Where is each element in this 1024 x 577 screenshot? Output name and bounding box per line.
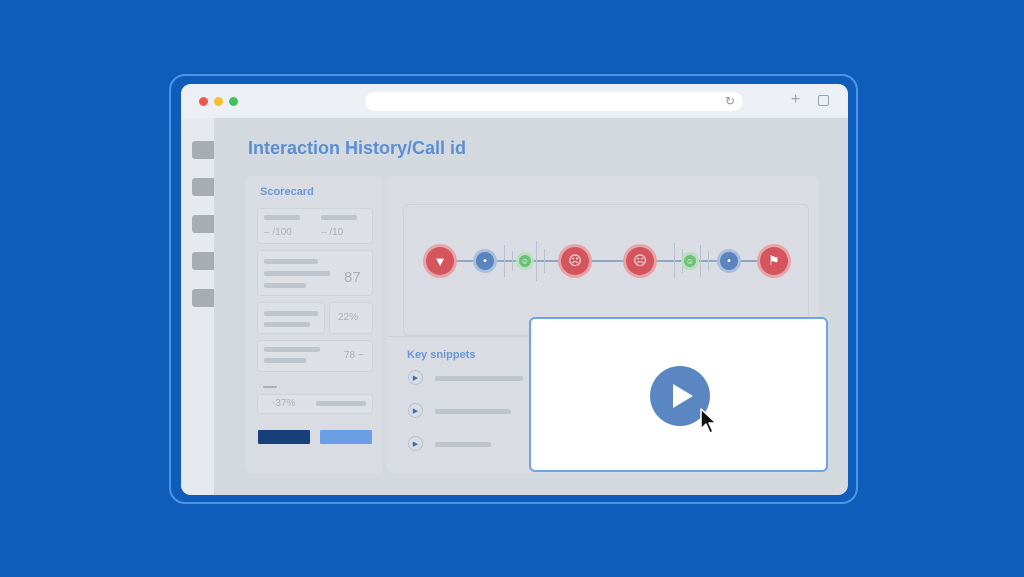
tabs-icon[interactable]	[818, 95, 829, 106]
sidebar-item[interactable]	[192, 289, 214, 307]
placeholder-line	[264, 215, 300, 220]
metric-card: 78 ~	[257, 340, 373, 372]
placeholder-line	[264, 322, 310, 327]
snippet-line	[435, 442, 491, 447]
waveform-bar	[544, 249, 545, 273]
metric-value: 87	[344, 269, 361, 286]
plus-icon[interactable]: +	[791, 91, 800, 109]
address-bar[interactable]: ↻	[365, 92, 743, 111]
waveform-bar	[504, 245, 505, 277]
snippet-line	[435, 376, 523, 381]
flag-icon[interactable]: ⚑	[760, 247, 788, 275]
smile-icon[interactable]: ☺	[684, 255, 696, 267]
play-icon[interactable]: ▶	[408, 403, 423, 418]
scorecard-panel: Scorecard – /100 – /10 87 22% 78 ~ -37%	[245, 176, 383, 474]
metric-percent: 22%	[338, 312, 359, 323]
smile-icon[interactable]: ☺	[519, 255, 531, 267]
placeholder-line	[264, 347, 320, 352]
metric-card	[257, 302, 325, 334]
metric-card: -37%	[257, 394, 373, 414]
waveform-bar	[700, 245, 701, 277]
frown-icon[interactable]: ☹	[626, 247, 654, 275]
lightbulb-icon[interactable]: •	[720, 252, 738, 270]
placeholder-line	[321, 215, 357, 220]
waveform-bar	[536, 241, 537, 281]
sidebar-item[interactable]	[192, 252, 214, 270]
play-icon[interactable]: ▶	[408, 370, 423, 385]
minimize-window-button[interactable]	[214, 97, 223, 106]
sidebar	[181, 118, 214, 495]
page-title: Interaction History/Call id	[248, 138, 467, 158]
video-player[interactable]	[529, 317, 828, 472]
score-card: – /100 – /10	[257, 208, 373, 244]
metric-card: 22%	[329, 302, 373, 334]
play-triangle	[673, 384, 693, 408]
thumbs-down-icon[interactable]: ▼	[426, 247, 454, 275]
score-b: – /10	[321, 227, 344, 238]
play-icon[interactable]: ▶	[408, 436, 423, 451]
placeholder-line	[316, 401, 366, 406]
score-a: – /100	[264, 227, 292, 238]
browser-titlebar: ↻ +	[181, 84, 848, 118]
waveform-bar	[674, 243, 675, 279]
metric-change: -37%	[272, 398, 296, 409]
placeholder-line	[264, 311, 318, 316]
frown-icon[interactable]: ☹	[561, 247, 589, 275]
metric-trend: 78 ~	[344, 350, 364, 361]
key-snippets-title: Key snippets	[407, 349, 476, 361]
placeholder-line	[264, 259, 318, 264]
waveform-bar	[708, 251, 709, 271]
metric-card: 87	[257, 250, 373, 296]
reload-icon[interactable]: ↻	[725, 94, 735, 109]
sidebar-item[interactable]	[192, 178, 214, 196]
waveform-bar	[682, 249, 683, 273]
lightbulb-icon[interactable]: •	[476, 252, 494, 270]
maximize-window-button[interactable]	[229, 97, 238, 106]
placeholder-line	[264, 283, 306, 288]
snippet-line	[435, 409, 511, 414]
close-window-button[interactable]	[199, 97, 208, 106]
primary-button[interactable]	[258, 430, 310, 444]
divider	[263, 386, 277, 388]
sidebar-item[interactable]	[192, 141, 214, 159]
scorecard-title: Scorecard	[260, 186, 314, 198]
placeholder-line	[264, 271, 330, 276]
placeholder-line	[264, 358, 306, 363]
cursor-icon	[700, 408, 717, 434]
secondary-button[interactable]	[320, 430, 372, 444]
waveform-bar	[512, 251, 513, 271]
sidebar-item[interactable]	[192, 215, 214, 233]
